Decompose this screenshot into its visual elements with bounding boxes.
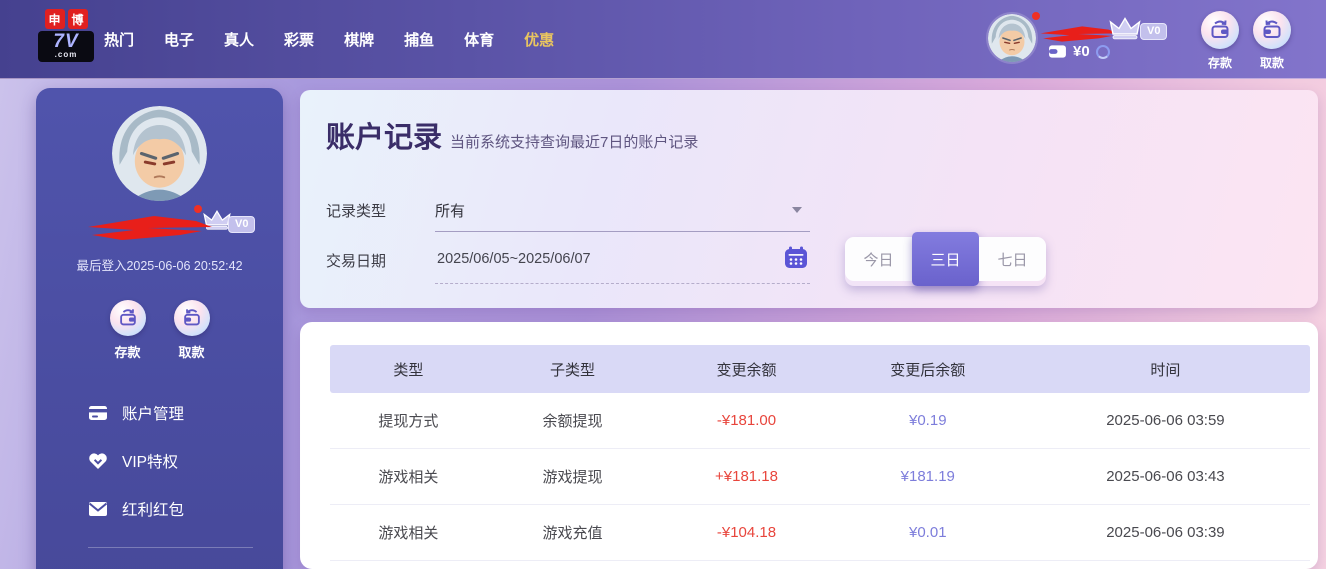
record-type-select[interactable]: 所有 bbox=[435, 188, 810, 232]
nav-item-hot[interactable]: 热门 bbox=[104, 29, 134, 50]
header-balance-after: 变更后余额 bbox=[890, 361, 966, 379]
sidebar-vip-level-badge: V0 bbox=[228, 216, 256, 233]
transaction-date-label: 交易日期 bbox=[326, 253, 387, 270]
last-login-text: 最后登入2025-06-06 20:52:42 bbox=[76, 259, 243, 273]
cell-type: 提现方式 bbox=[378, 413, 439, 430]
cell-type: 游戏相关 bbox=[378, 525, 439, 542]
sidebar-avatar[interactable] bbox=[112, 106, 207, 201]
sidebar-item-account-management[interactable]: 账户管理 bbox=[88, 389, 283, 437]
record-type-label: 记录类型 bbox=[326, 203, 387, 220]
sidebar-redacted-username-scribble bbox=[88, 216, 212, 240]
range-button-today[interactable]: 今日 bbox=[845, 237, 912, 281]
cell-type: 游戏相关 bbox=[378, 469, 439, 486]
deposit-button[interactable]: 存款 bbox=[1198, 11, 1242, 71]
cell-time: 2025-06-06 03:39 bbox=[1106, 524, 1225, 541]
nav-item-lottery[interactable]: 彩票 bbox=[284, 29, 314, 50]
nav-item-cards[interactable]: 棋牌 bbox=[344, 29, 374, 50]
cell-subtype: 游戏提现 bbox=[542, 469, 603, 486]
page-title: 账户记录 bbox=[326, 122, 443, 154]
nav-item-live[interactable]: 真人 bbox=[224, 29, 254, 50]
logo-tld: .com bbox=[54, 50, 78, 59]
cell-balance-after: ¥181.19 bbox=[900, 468, 955, 485]
user-avatar[interactable] bbox=[988, 14, 1036, 62]
logo-box: 7V .com bbox=[38, 31, 94, 62]
deposit-label: 存款 bbox=[1207, 56, 1232, 70]
calendar-icon[interactable] bbox=[784, 246, 808, 269]
vip-level-badge: V0 bbox=[1140, 23, 1168, 40]
records-table-card: 类型 子类型 变更余额 变更后余额 时间 提现方式 余额提现 -¥181.00 … bbox=[300, 322, 1318, 569]
cell-time: 2025-06-06 03:43 bbox=[1106, 468, 1225, 485]
sidebar-item-vip-privileges[interactable]: VIP特权 bbox=[88, 437, 283, 485]
nav-item-slots[interactable]: 电子 bbox=[164, 29, 194, 50]
cell-change-amount: +¥181.18 bbox=[715, 468, 778, 485]
logo-badges: 申 博 bbox=[38, 9, 94, 29]
date-range-quick-buttons: 今日 三日 七日 bbox=[845, 232, 1046, 286]
refresh-balance-icon[interactable] bbox=[1095, 44, 1110, 59]
cell-change-amount: -¥181.00 bbox=[716, 412, 777, 429]
cell-balance-after: ¥0.01 bbox=[909, 524, 947, 541]
wallet-icon bbox=[1049, 45, 1066, 58]
logo-badge-left: 申 bbox=[44, 9, 65, 29]
envelope-icon bbox=[88, 501, 108, 517]
logo-name: 7V bbox=[53, 31, 79, 52]
sidebar-deposit-label: 存款 bbox=[114, 345, 141, 360]
withdraw-label: 取款 bbox=[1259, 56, 1284, 70]
header-subtype: 子类型 bbox=[550, 361, 596, 379]
table-row: 游戏相关 游戏提现 +¥181.18 ¥181.19 2025-06-06 03… bbox=[330, 449, 1310, 505]
page-subtitle: 当前系统支持查询最近7日的账户记录 bbox=[450, 134, 699, 151]
chevron-down-icon bbox=[792, 207, 802, 213]
header-time: 时间 bbox=[1150, 361, 1181, 379]
top-nav-bar: 申 博 7V .com 热门 电子 真人 彩票 棋牌 捕鱼 体育 优惠 V0 ¥… bbox=[0, 0, 1326, 79]
sidebar-notification-dot bbox=[194, 205, 202, 213]
balance-amount: ¥0 bbox=[1073, 43, 1090, 60]
sidebar-withdraw-icon bbox=[173, 300, 210, 336]
header-change-amount: 变更余额 bbox=[716, 361, 777, 379]
table-row: 游戏相关 游戏充值 -¥104.18 ¥0.01 2025-06-06 03:3… bbox=[330, 505, 1310, 561]
card-icon bbox=[88, 405, 108, 421]
sidebar-item-bonus-redpacket[interactable]: 红利红包 bbox=[88, 485, 283, 533]
date-range-value: 2025/06/05~2025/06/07 bbox=[437, 251, 591, 267]
nav-item-fishing[interactable]: 捕鱼 bbox=[404, 29, 434, 50]
title-row: 账户记录 当前系统支持查询最近7日的账户记录 bbox=[326, 114, 698, 156]
vip-crown-icon bbox=[1109, 17, 1141, 40]
table-header-row: 类型 子类型 变更余额 变更后余额 时间 bbox=[330, 345, 1310, 393]
cell-time: 2025-06-06 03:59 bbox=[1106, 412, 1225, 429]
nav-item-sports[interactable]: 体育 bbox=[464, 29, 494, 50]
logo-badge-right: 博 bbox=[67, 9, 88, 29]
header-type: 类型 bbox=[393, 361, 424, 379]
sidebar-menu: 账户管理 VIP特权 红利红包 我的钱包 bbox=[36, 389, 283, 569]
sidebar-item-label: 红利红包 bbox=[122, 502, 185, 519]
sidebar-deposit-icon bbox=[109, 300, 146, 336]
sidebar-quick-actions: 存款 取款 bbox=[36, 300, 283, 361]
sidebar-item-label: 账户管理 bbox=[122, 406, 185, 423]
sidebar-deposit-button[interactable]: 存款 bbox=[109, 300, 146, 361]
record-type-value: 所有 bbox=[435, 203, 466, 220]
range-button-seven-days[interactable]: 七日 bbox=[979, 237, 1046, 281]
withdraw-icon bbox=[1253, 11, 1291, 49]
cell-subtype: 余额提现 bbox=[542, 413, 603, 430]
sidebar-withdraw-label: 取款 bbox=[178, 345, 205, 360]
vip-heart-icon bbox=[88, 452, 108, 470]
notification-dot bbox=[1032, 12, 1040, 20]
page: 申 博 7V .com 热门 电子 真人 彩票 棋牌 捕鱼 体育 优惠 V0 ¥… bbox=[0, 0, 1326, 569]
site-logo[interactable]: 申 博 7V .com bbox=[38, 9, 94, 62]
nav-item-promos[interactable]: 优惠 bbox=[524, 29, 554, 50]
sidebar-username-area: V0 bbox=[36, 205, 283, 249]
account-records-filter-card: 账户记录 当前系统支持查询最近7日的账户记录 记录类型 所有 交易日期 2025… bbox=[300, 90, 1318, 308]
deposit-icon bbox=[1201, 11, 1239, 49]
date-range-input[interactable]: 2025/06/05~2025/06/07 bbox=[435, 236, 810, 284]
sidebar-withdraw-button[interactable]: 取款 bbox=[173, 300, 210, 361]
sidebar-item-label: VIP特权 bbox=[122, 454, 178, 471]
sidebar: V0 最后登入2025-06-06 20:52:42 存款 取款 账户管理 VI… bbox=[36, 88, 283, 569]
cell-subtype: 游戏充值 bbox=[542, 525, 603, 542]
balance-area: ¥0 bbox=[1048, 43, 1110, 60]
cell-change-amount: -¥104.18 bbox=[716, 524, 777, 541]
withdraw-button[interactable]: 取款 bbox=[1250, 11, 1294, 71]
table-row: 提现方式 余额提现 -¥181.00 ¥0.19 2025-06-06 03:5… bbox=[330, 393, 1310, 449]
range-button-three-days[interactable]: 三日 bbox=[912, 232, 979, 286]
sidebar-item-my-wallet[interactable]: 我的钱包 bbox=[88, 556, 283, 569]
cell-balance-after: ¥0.19 bbox=[909, 412, 947, 429]
main-nav: 热门 电子 真人 彩票 棋牌 捕鱼 体育 优惠 bbox=[104, 0, 554, 79]
sidebar-divider bbox=[88, 547, 253, 548]
